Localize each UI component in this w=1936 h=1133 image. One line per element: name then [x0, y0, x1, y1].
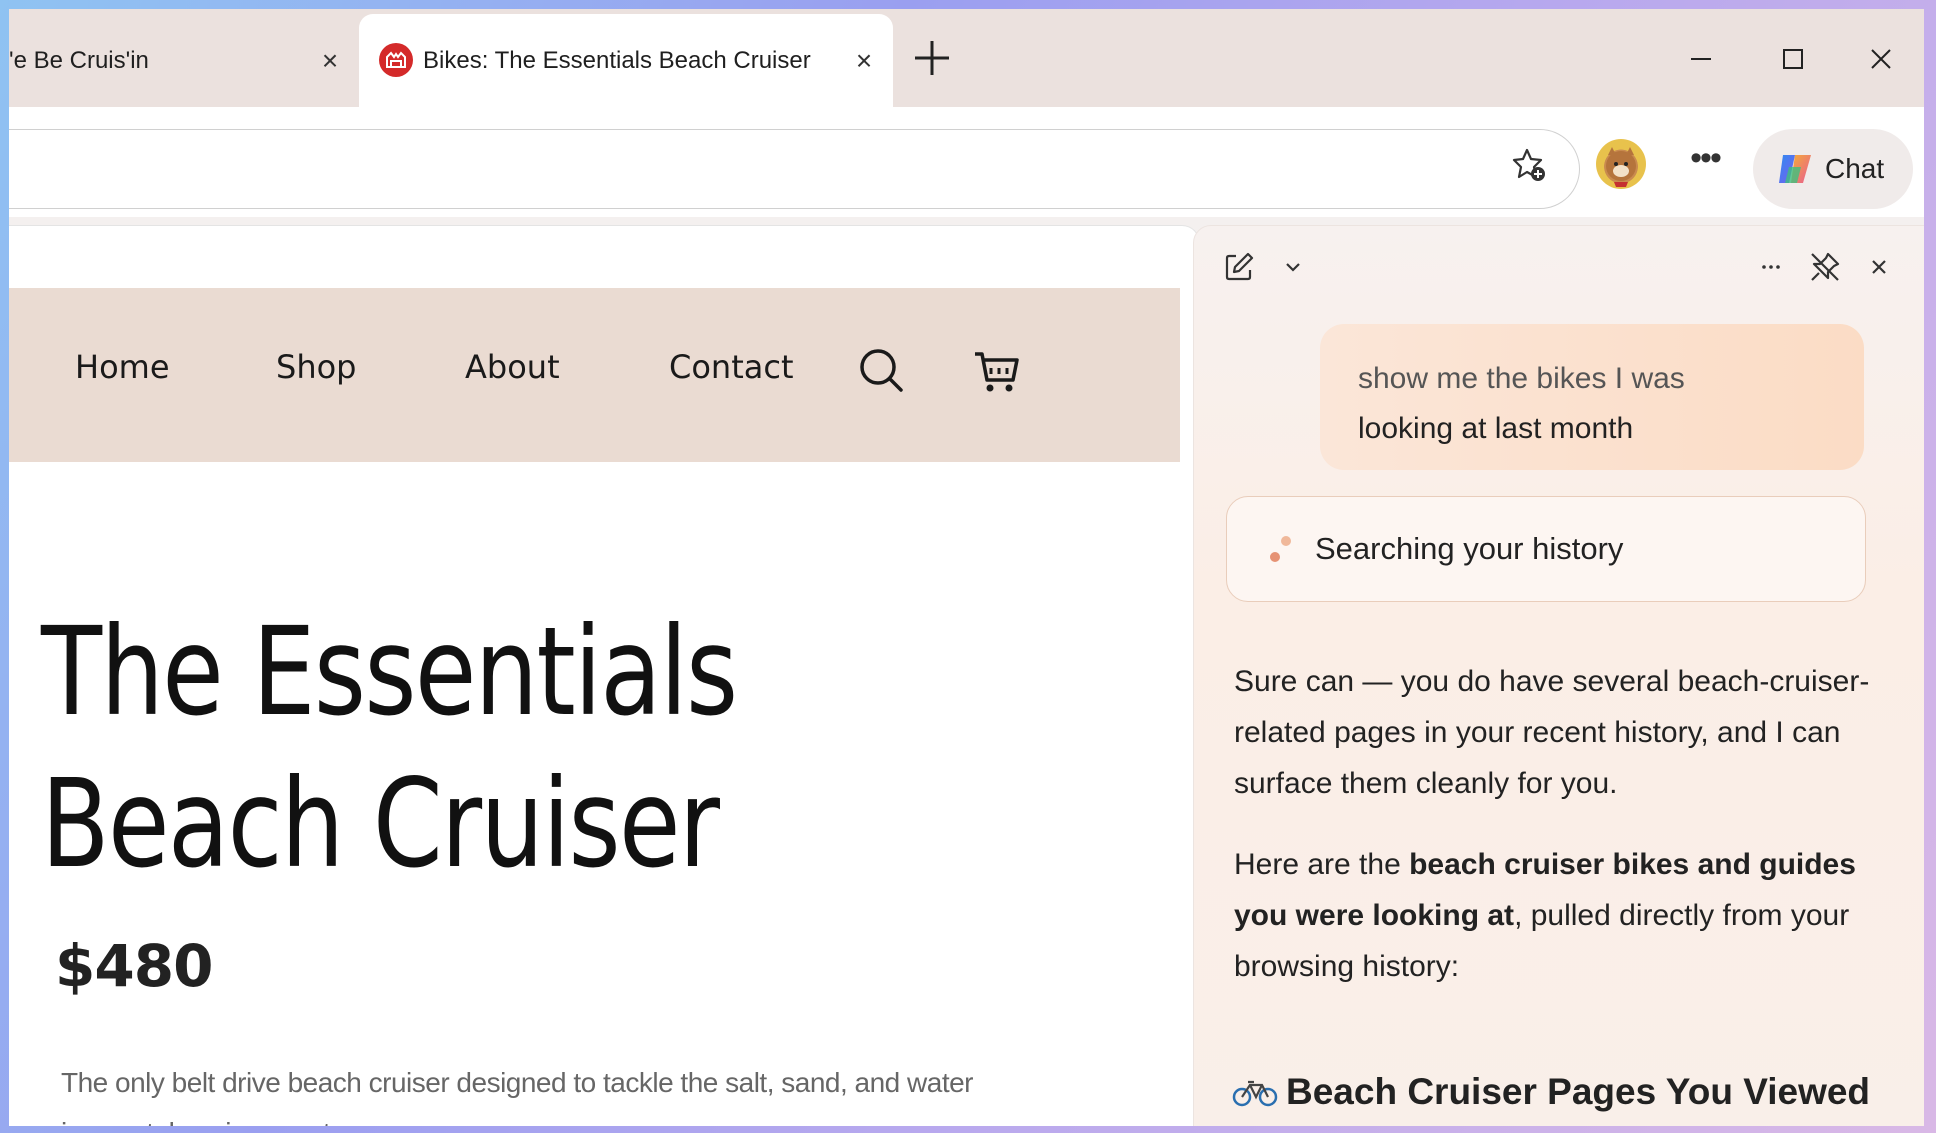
- close-window-icon[interactable]: [1861, 39, 1901, 79]
- tab-we-be-cruisin[interactable]: 'e Be Cruis'in ×: [9, 14, 359, 107]
- loading-dots-icon: [1267, 533, 1297, 567]
- site-nav: Home Shop About Contact: [9, 288, 1180, 462]
- product-title-line2: Beach Cruiser: [41, 753, 720, 895]
- answer-p2-prefix: Here are the: [1234, 848, 1410, 881]
- product-title-line1: The Essentials: [41, 601, 738, 743]
- nav-home[interactable]: Home: [75, 348, 170, 386]
- web-page: Home Shop About Contact The Essentials B…: [9, 225, 1200, 1126]
- tab-title: Bikes: The Essentials Beach Cruiser: [423, 46, 811, 74]
- toolbar: ••• Chat: [9, 107, 1924, 217]
- copilot-sidebar: show me the bikes I was looking at last …: [1193, 225, 1924, 1126]
- product-title: The Essentials Beach Cruiser: [41, 596, 738, 900]
- more-options-icon[interactable]: [1754, 250, 1788, 284]
- user-message: show me the bikes I was looking at last …: [1320, 324, 1864, 470]
- unpin-icon[interactable]: [1808, 250, 1842, 284]
- search-status-text: Searching your history: [1315, 531, 1624, 566]
- answer-heading: Beach Cruiser Pages You Viewed: [1232, 1071, 1870, 1113]
- search-status-box: Searching your history: [1226, 496, 1866, 602]
- profile-avatar[interactable]: [1596, 139, 1646, 189]
- product-price: $480: [55, 932, 213, 1000]
- tab-strip: 'e Be Cruis'in × Bikes: The Essentials B…: [9, 9, 1924, 107]
- close-tab-icon[interactable]: ×: [851, 47, 877, 75]
- maximize-icon[interactable]: [1773, 39, 1813, 79]
- cart-icon[interactable]: [973, 346, 1021, 394]
- copilot-chat-button[interactable]: Chat: [1753, 129, 1913, 209]
- product-description: The only belt drive beach cruiser design…: [61, 1067, 974, 1126]
- bicycle-icon: [1232, 1080, 1278, 1107]
- assistant-answer: Sure can — you do have several beach-cru…: [1234, 656, 1884, 1022]
- search-icon[interactable]: [857, 346, 905, 394]
- chevron-down-icon[interactable]: [1276, 250, 1310, 284]
- close-icon[interactable]: [1862, 250, 1896, 284]
- new-tab-icon[interactable]: [909, 35, 955, 81]
- copilot-icon: [1775, 149, 1815, 189]
- tab-title: 'e Be Cruis'in: [9, 46, 149, 74]
- address-bar[interactable]: [9, 129, 1580, 209]
- nav-about[interactable]: About: [465, 348, 560, 386]
- tab-bikes-essentials[interactable]: Bikes: The Essentials Beach Cruiser ×: [359, 14, 893, 107]
- user-message-line1: show me the bikes I was: [1358, 362, 1685, 395]
- nav-shop[interactable]: Shop: [276, 348, 356, 386]
- answer-paragraph-1: Sure can — you do have several beach-cru…: [1234, 665, 1870, 800]
- content-area: Home Shop About Contact The Essentials B…: [9, 217, 1924, 1126]
- minimize-icon[interactable]: [1681, 39, 1721, 79]
- new-chat-icon[interactable]: [1222, 250, 1256, 284]
- nav-contact[interactable]: Contact: [669, 348, 794, 386]
- close-tab-icon[interactable]: ×: [317, 47, 343, 75]
- favicon-bike-logo-icon: [379, 43, 413, 77]
- more-options-icon[interactable]: •••: [1685, 141, 1725, 183]
- chat-button-label: Chat: [1825, 153, 1885, 184]
- answer-paragraph-2: Here are the beach cruiser bikes and gui…: [1234, 839, 1884, 992]
- favorite-add-icon[interactable]: [1509, 145, 1549, 185]
- browser-window: 'e Be Cruis'in × Bikes: The Essentials B…: [9, 9, 1924, 1126]
- answer-heading-text: Beach Cruiser Pages You Viewed: [1286, 1071, 1871, 1112]
- user-message-line2: looking at last month: [1358, 412, 1634, 445]
